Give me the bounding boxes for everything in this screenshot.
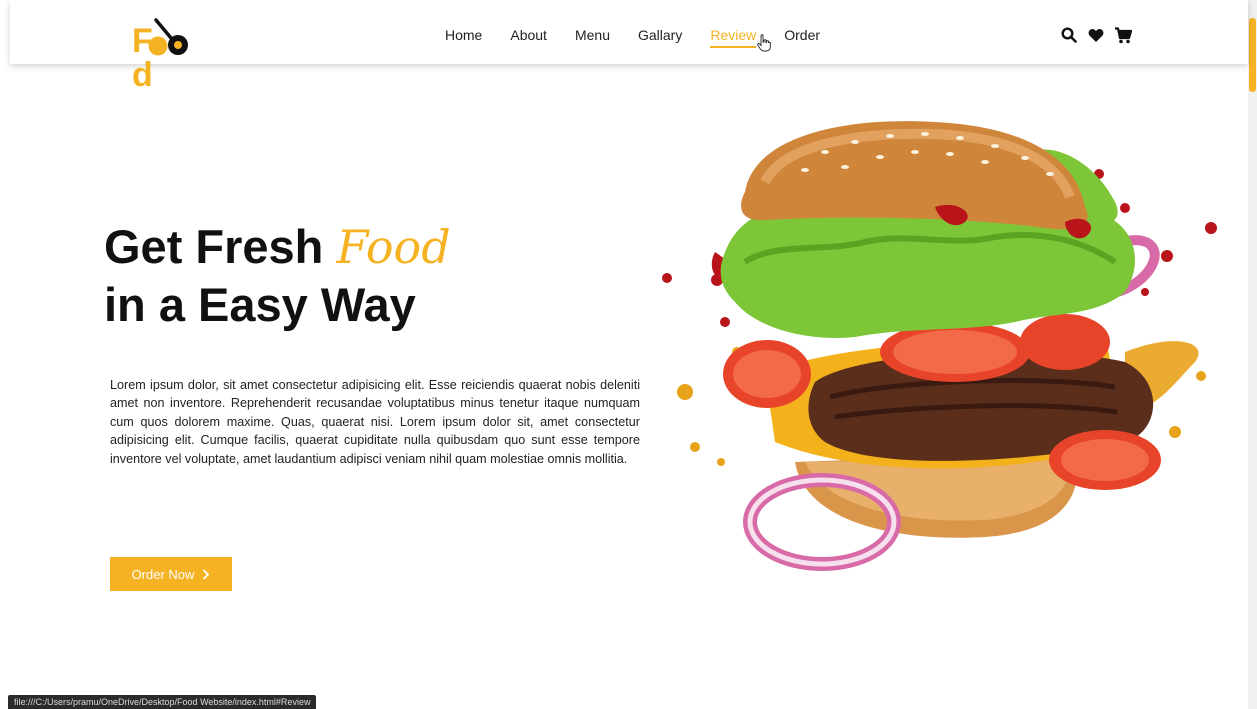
cart-icon[interactable] [1114,27,1132,44]
browser-status-bar: file:///C:/Users/pramu/OneDrive/Desktop/… [8,695,317,709]
chevron-right-icon [203,568,210,580]
nav-review[interactable]: Review [710,26,756,48]
site-header: Fd Home About Menu Gallary Review Order [10,0,1248,92]
scrollbar-thumb[interactable] [1249,18,1256,92]
logo-letter-d: d [132,56,154,94]
nav-about[interactable]: About [510,26,547,44]
page: Fd Home About Menu Gallary Review Order [0,0,1257,709]
hero-title: Get Fresh Food in a Easy Way [104,218,451,334]
search-icon[interactable] [1061,27,1077,43]
order-now-label: Order Now [131,566,195,582]
nav-menu[interactable]: Menu [575,26,610,44]
logo[interactable]: Fd [122,10,222,92]
main-nav: Home About Menu Gallary Review Order [445,26,848,48]
burger-image [662,121,1217,571]
heart-icon[interactable] [1088,28,1104,43]
hero-title-line1: Get Fresh [104,220,337,273]
frying-pan-icon [148,18,188,56]
nav-home[interactable]: Home [445,26,482,44]
order-now-button[interactable]: Order Now [110,557,232,591]
hand-cursor-icon [757,34,771,52]
nav-gallary[interactable]: Gallary [638,26,682,44]
hero-title-accent: Food [336,220,451,274]
hero-title-line2: in a Easy Way [104,278,416,331]
nav-order[interactable]: Order [784,26,820,44]
hero-paragraph: Lorem ipsum dolor, sit amet consectetur … [110,378,640,466]
page-scrollbar[interactable] [1248,0,1257,709]
